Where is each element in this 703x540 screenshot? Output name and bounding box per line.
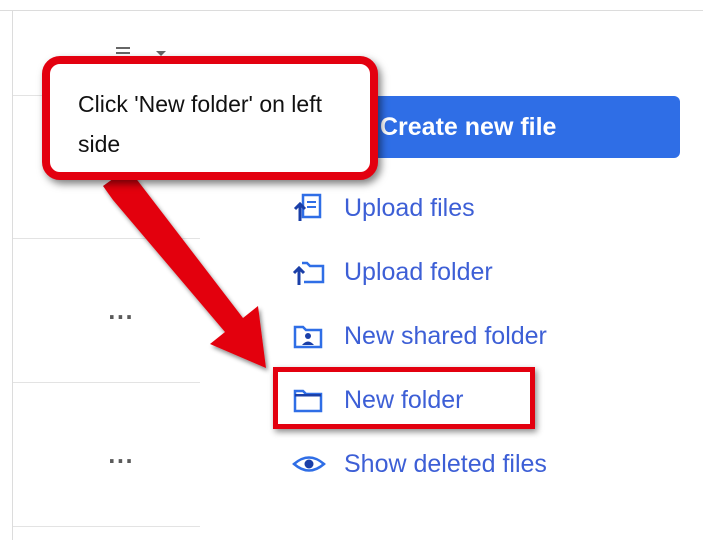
callout-text: Click 'New folder' on left side xyxy=(78,91,322,157)
upload-folder-icon xyxy=(292,257,328,287)
upload-folder-label: Upload folder xyxy=(344,257,493,286)
create-new-file-button[interactable]: Create new file xyxy=(340,96,680,158)
new-folder-highlight xyxy=(273,367,535,429)
upload-folder-action[interactable]: Upload folder xyxy=(292,252,493,292)
show-deleted-files-action[interactable]: Show deleted files xyxy=(292,444,547,484)
list-divider xyxy=(13,382,200,383)
eye-icon xyxy=(292,449,328,479)
show-deleted-files-label: Show deleted files xyxy=(344,449,547,478)
window-top-border xyxy=(0,10,703,11)
window-left-border xyxy=(12,10,13,540)
new-shared-folder-action[interactable]: New shared folder xyxy=(292,316,547,356)
list-divider xyxy=(13,526,200,527)
create-new-file-label: Create new file xyxy=(380,113,557,141)
row-more-button[interactable]: ... xyxy=(108,446,148,466)
upload-files-icon xyxy=(292,193,328,223)
row-more-button[interactable]: ... xyxy=(108,302,148,322)
upload-files-action[interactable]: Upload files xyxy=(292,188,475,228)
new-shared-folder-label: New shared folder xyxy=(344,321,547,350)
upload-files-label: Upload files xyxy=(344,193,475,222)
list-divider xyxy=(13,238,200,239)
instruction-callout: Click 'New folder' on left side xyxy=(42,56,378,180)
shared-folder-icon xyxy=(292,321,328,351)
